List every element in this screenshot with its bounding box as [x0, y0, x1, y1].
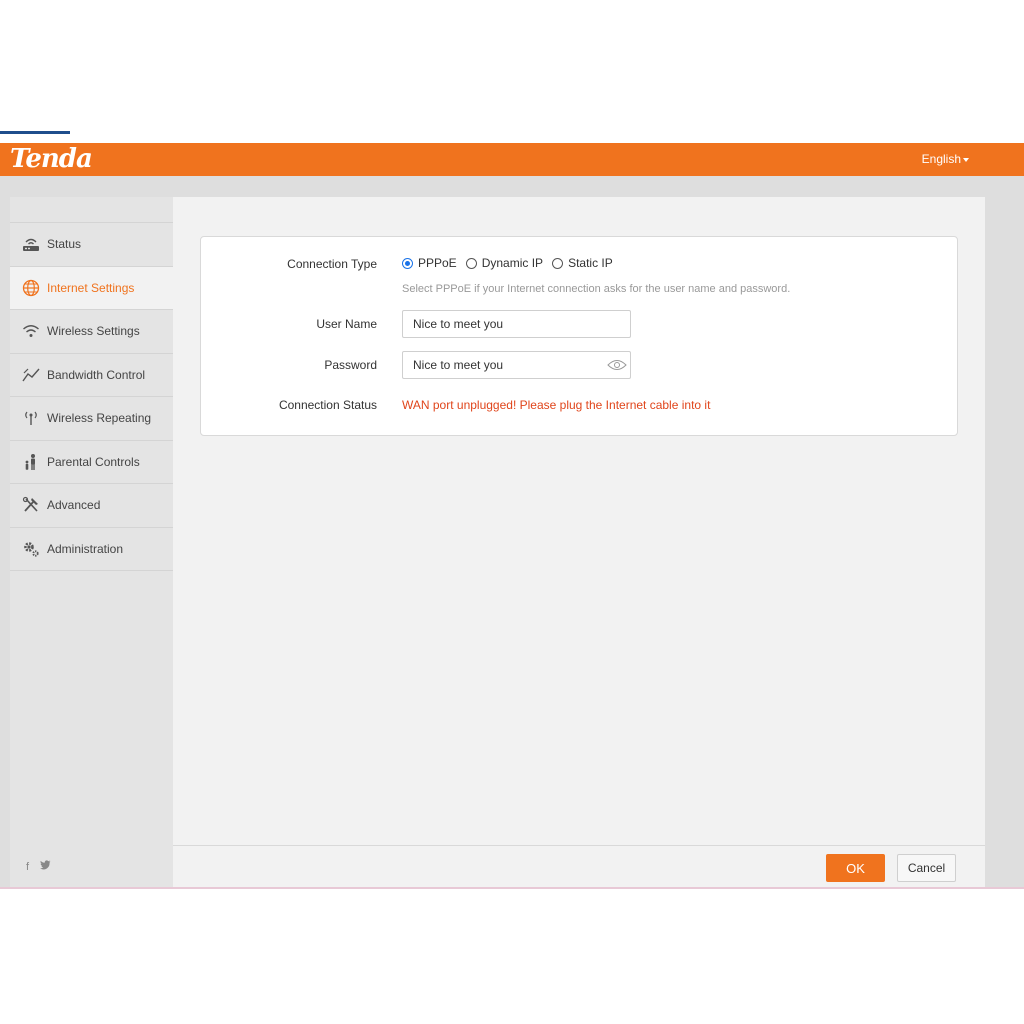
radio-pppoe[interactable]: PPPoE — [402, 256, 457, 270]
sidebar-item-label: Advanced — [47, 498, 101, 513]
tools-icon — [21, 495, 41, 515]
main-content: Connection Type PPPoE Dynamic IP Static … — [173, 197, 985, 887]
social-links: f — [26, 860, 51, 873]
sidebar-item-parental-controls[interactable]: Parental Controls — [10, 441, 173, 484]
username-input[interactable] — [402, 310, 631, 338]
sidebar-item-label: Administration — [47, 541, 124, 556]
radio-label: Dynamic IP — [481, 256, 544, 270]
radio-label: PPPoE — [418, 256, 457, 270]
connection-type-label: Connection Type — [287, 257, 377, 271]
sidebar-item-label: Internet Settings — [47, 280, 135, 295]
sidebar-item-wireless-repeating[interactable]: Wireless Repeating — [10, 397, 173, 441]
radio-static-ip[interactable]: Static IP — [552, 256, 613, 270]
language-label: English — [921, 152, 961, 166]
wifi-icon — [21, 321, 41, 341]
bandwidth-chart-icon — [21, 365, 41, 385]
facebook-link[interactable]: f — [26, 861, 33, 873]
sidebar-item-administration[interactable]: Administration — [10, 528, 173, 571]
sidebar-item-label: Parental Controls — [47, 454, 140, 469]
password-input[interactable] — [402, 351, 631, 379]
sidebar: Status Internet Settings Wireless Settin… — [10, 197, 173, 887]
radio-indicator — [552, 257, 564, 269]
sidebar-item-wireless-settings[interactable]: Wireless Settings — [10, 310, 173, 354]
sidebar-item-status[interactable]: Status — [10, 223, 173, 267]
internet-settings-panel: Connection Type PPPoE Dynamic IP Static … — [200, 236, 958, 436]
language-selector[interactable]: English — [922, 152, 969, 166]
parent-child-icon — [21, 452, 41, 472]
antenna-icon — [21, 408, 41, 428]
globe-icon — [21, 278, 41, 298]
sidebar-menu: Status Internet Settings Wireless Settin… — [10, 222, 173, 571]
connection-type-group: PPPoE Dynamic IP Static IP — [402, 256, 622, 270]
pppoe-hint-text: Select PPPoE if your Internet connection… — [402, 283, 791, 295]
connection-status-label: Connection Status — [278, 398, 377, 412]
show-password-eye-icon[interactable] — [607, 358, 627, 372]
radio-label: Static IP — [568, 256, 613, 270]
sidebar-item-bandwidth-control[interactable]: Bandwidth Control — [10, 354, 173, 397]
sidebar-item-label: Wireless Settings — [47, 324, 140, 339]
cancel-button[interactable]: Cancel — [897, 854, 956, 882]
form-footer: OK Cancel — [173, 845, 985, 887]
tenda-logo: Tenda — [10, 144, 93, 174]
sidebar-item-label: Bandwidth Control — [47, 367, 146, 382]
radio-selected-indicator — [402, 257, 413, 269]
password-label: Password — [324, 358, 377, 372]
sidebar-item-internet-settings[interactable]: Internet Settings — [10, 266, 173, 310]
router-icon — [21, 234, 41, 254]
radio-indicator — [465, 257, 477, 269]
radio-dynamic-ip[interactable]: Dynamic IP — [465, 256, 544, 270]
bottom-divider — [0, 887, 1024, 889]
username-label: User Name — [316, 317, 377, 331]
header-bar: Tenda English — [0, 143, 1024, 176]
sidebar-item-label: Wireless Repeating — [47, 411, 152, 426]
ok-button[interactable]: OK — [826, 854, 885, 882]
gears-icon — [21, 539, 41, 559]
top-accent-bar — [0, 131, 70, 134]
connection-status-text: WAN port unplugged! Please plug the Inte… — [402, 398, 711, 412]
twitter-icon[interactable] — [33, 860, 51, 873]
sidebar-item-label: Status — [47, 237, 82, 252]
sidebar-item-advanced[interactable]: Advanced — [10, 484, 173, 528]
caret-down-icon — [963, 157, 969, 162]
